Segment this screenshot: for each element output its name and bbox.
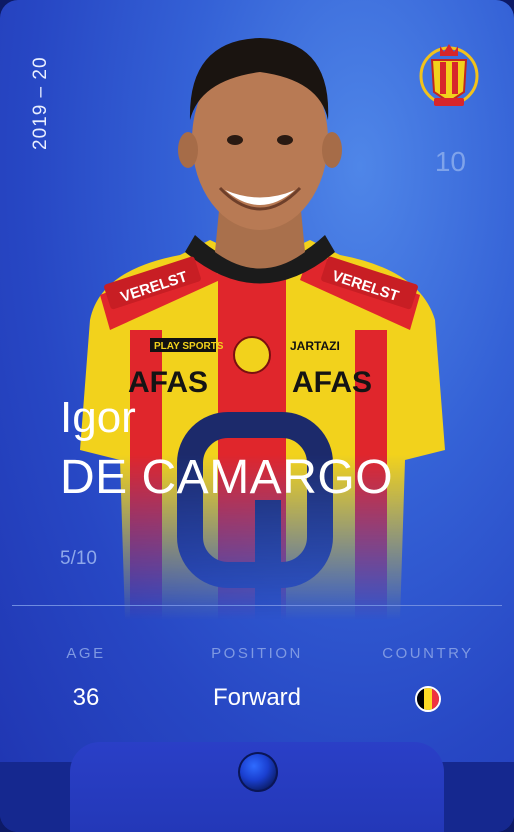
edition-count: 5/10 [60,548,97,569]
stat-country-label: COUNTRY [382,645,474,662]
stat-position: POSITION Forward [187,645,327,712]
kit-brand: JARTAZI [290,339,340,353]
stat-country: COUNTRY [358,645,498,717]
chest-small-sponsor: PLAY SPORTS [154,341,224,352]
season-label: 2019 – 20 [30,56,51,150]
player-card[interactable]: VERELST VERELST PLAY SPORTS JARTAZI AFAS… [0,0,514,832]
shirt-sponsor-right: AFAS [292,366,372,399]
stats-divider [12,605,502,606]
stat-age-label: AGE [66,645,106,662]
shirt-sponsor-left: AFAS [128,366,208,399]
serial-number: 10 [434,146,466,177]
stat-age-value: 36 [72,684,100,711]
rare-orb-icon [238,752,278,792]
stat-age: AGE 36 [16,645,156,712]
belgium-flag-icon [415,686,441,712]
player-first-name: Igor [60,393,136,442]
player-last-name: DE CAMARGO [60,451,394,504]
stat-position-label: POSITION [211,645,303,662]
stat-position-value: Forward [212,684,302,711]
kv-mechelen-crest-icon [419,44,479,106]
player-photo: VERELST VERELST PLAY SPORTS JARTAZI AFAS… [80,38,445,620]
